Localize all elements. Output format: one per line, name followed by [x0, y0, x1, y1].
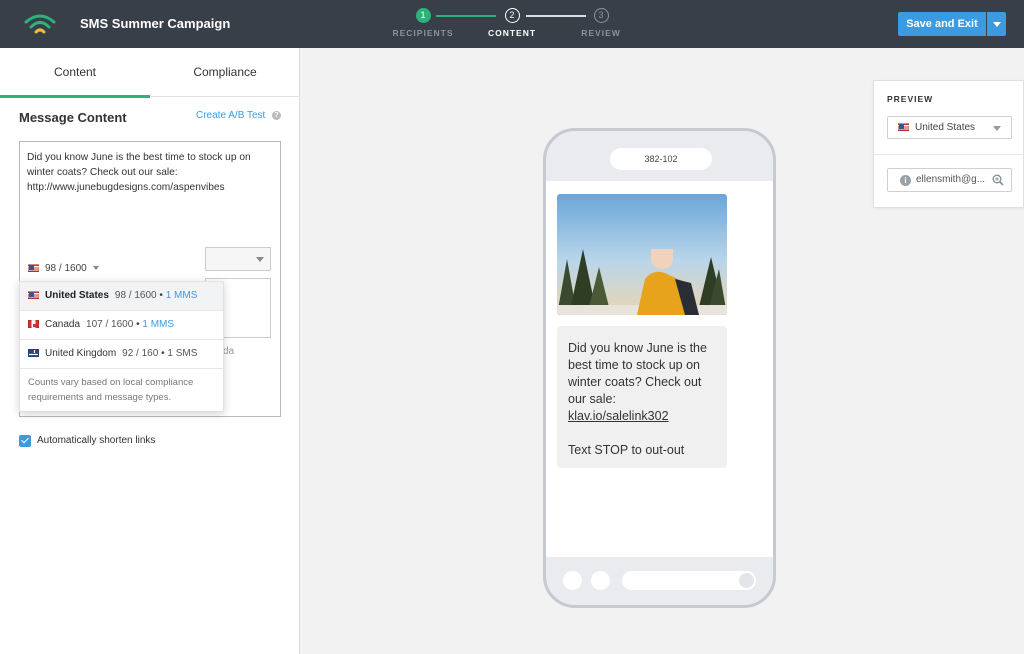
preview-panel: PREVIEW United States i ellensmith@g... — [873, 80, 1024, 208]
us-flag-icon — [28, 291, 39, 299]
message-bubble: Did you know June is the best time to st… — [557, 326, 727, 468]
step-content[interactable]: 2 CONTENT — [477, 8, 547, 38]
phone-preview: 382-102 Did you know June is the best ti… — [543, 128, 776, 608]
preview-profile-email: ellensmith@g... — [916, 174, 986, 185]
message-content-heading: Message Content — [19, 110, 127, 125]
info-icon: i — [900, 175, 911, 186]
message-line: http://www.junebugdesigns.com/aspenvibes — [27, 182, 225, 193]
step-label: CONTENT — [487, 28, 537, 38]
separator-dot: • — [161, 348, 165, 359]
bubble-line: best time to stock up on — [568, 358, 701, 372]
country-count-dropdown: United States 98 / 1600 • 1 MMS Canada 107… — [19, 281, 224, 412]
obscured-text: da — [223, 346, 235, 357]
country-name: Canada — [45, 319, 81, 330]
separator-dot: • — [159, 290, 163, 301]
phone-button-icon — [563, 571, 582, 590]
country-option-us[interactable]: United States 98 / 1600 • 1 MMS — [20, 282, 223, 310]
step-label: REVIEW — [581, 28, 621, 38]
message-type: 1 MMS — [142, 319, 175, 330]
shorten-links-label[interactable]: Automatically shorten links — [37, 435, 155, 446]
step-recipients[interactable]: 1 RECIPIENTS — [388, 8, 458, 38]
step-number: 3 — [593, 8, 609, 23]
save-and-exit-button[interactable]: Save and Exit — [898, 12, 986, 36]
character-count-toggle[interactable]: 98 / 1600 — [28, 263, 99, 274]
country-option-uk[interactable]: United Kingdom 92 / 160 • 1 SMS — [20, 340, 223, 368]
sender-number: 382-102 — [610, 148, 712, 170]
us-flag-icon — [898, 123, 909, 131]
message-type: 1 MMS — [165, 290, 198, 301]
message-type: 1 SMS — [167, 348, 198, 359]
message-text[interactable]: Did you know June is the best time to st… — [27, 150, 272, 195]
preview-country: United States — [915, 122, 976, 133]
message-line: winter coats? Check out our sale: — [27, 167, 178, 178]
country-count: 92 / 160 — [122, 348, 159, 359]
wifi-logo-icon[interactable] — [24, 12, 56, 36]
preview-title: PREVIEW — [887, 94, 934, 104]
separator-dot: • — [136, 319, 140, 330]
count-disclaimer: Counts vary based on local compliance re… — [28, 377, 194, 403]
winter-photo-icon — [557, 249, 727, 315]
step-number: 1 — [415, 8, 431, 23]
phone-compose-field — [622, 571, 756, 590]
active-tab-indicator — [0, 95, 150, 98]
divider — [874, 154, 1024, 155]
character-count: 98 / 1600 — [45, 263, 87, 274]
divider — [20, 368, 223, 369]
save-options-chevron-down-icon[interactable] — [987, 12, 1006, 36]
step-label: RECIPIENTS — [392, 28, 454, 38]
campaign-title: SMS Summer Campaign — [80, 16, 231, 31]
preview-profile-input[interactable]: i ellensmith@g... — [887, 168, 1012, 192]
opt-out-text: Text STOP to out-out — [568, 443, 685, 457]
progress-steps: 1 RECIPIENTS 2 CONTENT 3 REVIEW — [388, 8, 638, 42]
create-ab-test-link[interactable]: Create A/B Test — [196, 110, 265, 121]
preview-country-select[interactable]: United States — [887, 116, 1012, 139]
country-count: 98 / 1600 — [114, 290, 157, 301]
shorten-links-checkbox[interactable] — [19, 435, 31, 447]
obscured-select[interactable] — [205, 247, 271, 271]
zoom-search-icon[interactable] — [992, 174, 1004, 186]
phone-screen: Did you know June is the best time to st… — [546, 181, 773, 557]
bubble-line: our sale: — [568, 392, 616, 406]
uk-flag-icon — [28, 349, 39, 357]
tab-compliance[interactable]: Compliance — [150, 48, 300, 96]
country-option-canada[interactable]: Canada 107 / 1600 • 1 MMS — [20, 311, 223, 339]
bubble-line: Did you know June is the — [568, 341, 707, 355]
phone-input-bar — [546, 557, 773, 605]
mms-image — [557, 194, 727, 315]
content-editor-panel: Content Compliance Message Content Creat… — [0, 48, 300, 654]
canada-flag-icon — [28, 320, 39, 328]
country-name: United Kingdom — [45, 348, 117, 359]
step-number: 2 — [504, 8, 520, 23]
tab-content[interactable]: Content — [0, 48, 150, 96]
phone-button-icon — [591, 571, 610, 590]
us-flag-icon — [28, 264, 39, 272]
short-link[interactable]: klav.io/salelink302 — [568, 408, 716, 425]
top-bar: SMS Summer Campaign 1 RECIPIENTS 2 CONTE… — [0, 0, 1024, 48]
chevron-down-icon — [92, 266, 99, 271]
bubble-line: winter coats? Check out — [568, 375, 702, 389]
country-name: United States — [45, 290, 109, 301]
help-icon[interactable]: ? — [272, 111, 281, 120]
country-count: 107 / 1600 — [86, 319, 134, 330]
message-line: Did you know June is the best time to st… — [27, 152, 251, 163]
step-review[interactable]: 3 REVIEW — [566, 8, 636, 38]
